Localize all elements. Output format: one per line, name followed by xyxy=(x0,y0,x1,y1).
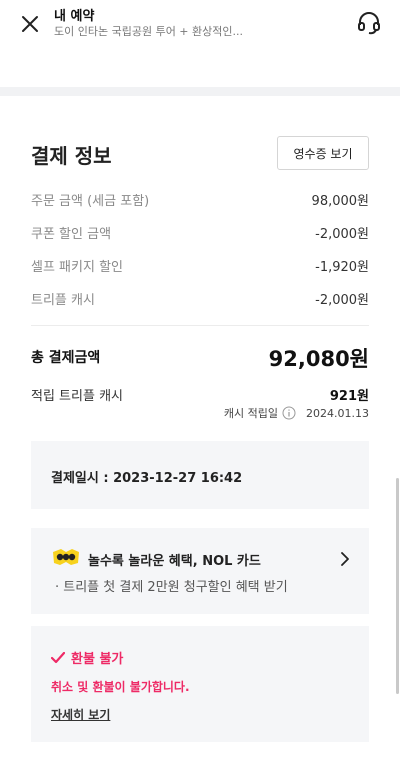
payment-date-text: 결제일시 : 2023-12-27 16:42 xyxy=(51,471,243,486)
price-row-order: 주문 금액 (세금 포함) 98,000원 xyxy=(31,189,369,209)
refund-policy-card: 환불 불가 취소 및 환불이 불가합니다. 자세히 보기 xyxy=(31,626,369,742)
price-row-label: 주문 금액 (세금 포함) xyxy=(31,193,150,209)
nol-card-subtitle: · 트리플 첫 결제 2만원 청구할인 혜택 받기 xyxy=(55,580,288,595)
chevron-right-icon xyxy=(341,552,349,566)
details-link[interactable]: 자세히 보기 xyxy=(51,706,110,723)
price-row-label: 트리플 캐시 xyxy=(31,292,95,308)
headset-icon[interactable] xyxy=(356,10,382,36)
refund-title: 환불 불가 xyxy=(71,652,124,667)
check-icon xyxy=(51,651,65,663)
reservation-subtitle: 도이 인타논 국립공원 투어 + 환상적인... xyxy=(54,25,243,38)
earned-cash-label: 적립 트리플 캐시 xyxy=(31,389,123,404)
total-label: 총 결제금액 xyxy=(31,350,101,366)
cash-date-value: 2024.01.13 xyxy=(306,406,369,420)
page-title: 내 예약 xyxy=(54,9,95,24)
price-row-cash: 트리플 캐시 -2,000원 xyxy=(31,288,369,308)
price-row-value: -2,000원 xyxy=(315,292,369,308)
info-icon[interactable] xyxy=(282,406,296,420)
price-row-value: -2,000원 xyxy=(315,226,369,242)
price-row-coupon: 쿠폰 할인 금액 -2,000원 xyxy=(31,222,369,242)
price-row-label: 셀프 패키지 할인 xyxy=(31,259,123,275)
scrollbar[interactable] xyxy=(396,478,399,694)
nol-logo-icon xyxy=(53,549,79,565)
price-row-package: 셀프 패키지 할인 -1,920원 xyxy=(31,255,369,275)
refund-description: 취소 및 환불이 불가합니다. xyxy=(51,680,190,694)
refund-header: 환불 불가 xyxy=(51,648,123,667)
section-divider xyxy=(0,87,400,96)
payment-section-title: 결제 정보 xyxy=(31,144,112,168)
receipt-button[interactable]: 영수증 보기 xyxy=(277,136,369,170)
cash-date-row: 캐시 적립일 2024.01.13 xyxy=(224,405,369,421)
nol-card-banner[interactable]: 놀수록 놀라운 혜택, NOL 카드 · 트리플 첫 결제 2만원 청구할인 혜… xyxy=(31,528,369,614)
earned-cash-value: 921원 xyxy=(329,389,369,404)
top-bar: 내 예약 도이 인타논 국립공원 투어 + 환상적인... xyxy=(0,0,400,48)
price-row-label: 쿠폰 할인 금액 xyxy=(31,226,112,242)
total-amount: 92,080원 xyxy=(268,347,369,371)
price-row-value: -1,920원 xyxy=(315,259,369,275)
price-row-value: 98,000원 xyxy=(311,193,369,209)
nol-card-title: 놀수록 놀라운 혜택, NOL 카드 xyxy=(88,554,261,569)
divider xyxy=(31,325,369,326)
cash-date-label: 캐시 적립일 xyxy=(223,407,279,420)
payment-date-card: 결제일시 : 2023-12-27 16:42 xyxy=(31,441,369,509)
close-icon[interactable] xyxy=(18,12,42,36)
